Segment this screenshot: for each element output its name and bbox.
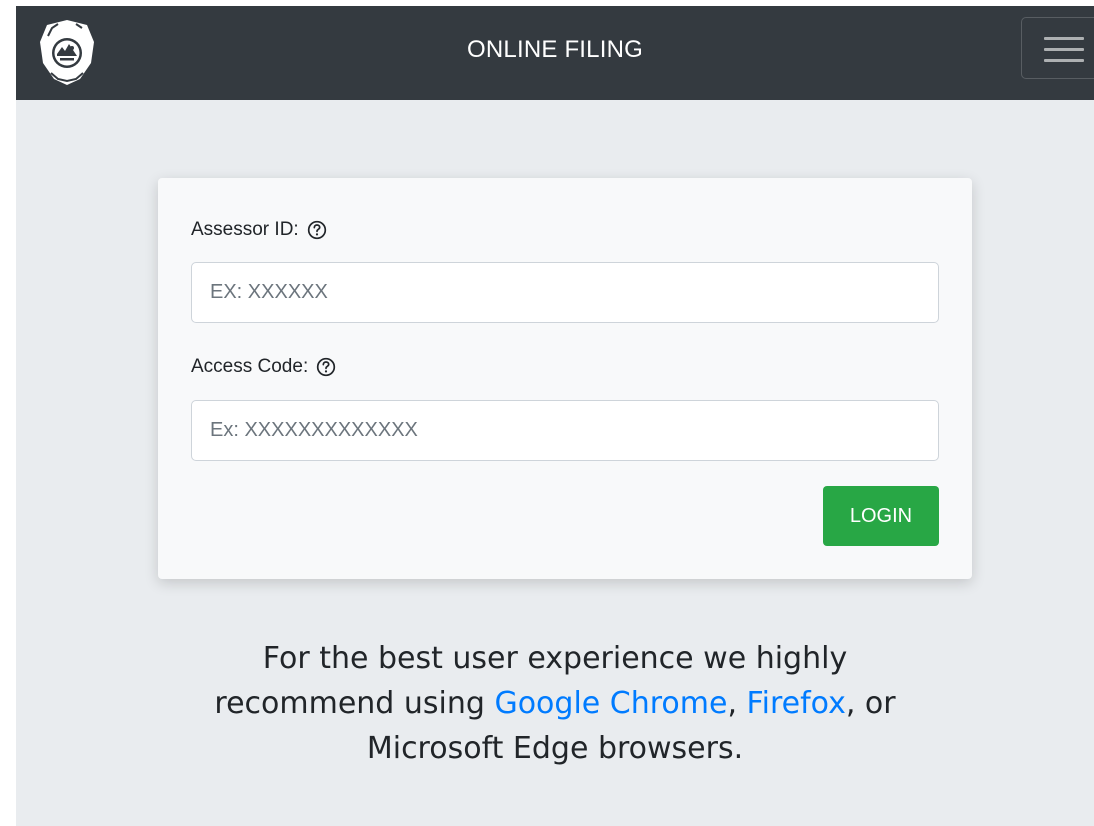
google-chrome-link[interactable]: Google Chrome [494, 686, 727, 721]
separator-comma: , [727, 686, 737, 721]
access-code-label-text: Access Code: [191, 356, 309, 377]
page-title: ONLINE FILING [467, 36, 643, 63]
hamburger-menu-icon [1044, 37, 1084, 40]
question-circle-icon[interactable] [316, 357, 336, 377]
hamburger-menu-icon [1044, 59, 1084, 62]
top-navbar: ONLINE FILING [16, 6, 1094, 100]
login-card: Assessor ID: Access Code: LOGIN [158, 178, 972, 579]
recommendation-line-1: For the best user experience we highly [262, 641, 848, 676]
firefox-link[interactable]: Firefox [747, 686, 846, 721]
recommendation-line-3: Microsoft Edge browsers. [366, 731, 744, 766]
assessor-id-input[interactable] [191, 262, 939, 323]
assessor-id-label: Assessor ID: [191, 219, 327, 241]
question-circle-icon[interactable] [307, 220, 327, 240]
recommendation-prefix: recommend using [214, 686, 485, 721]
navbar-toggle-button[interactable] [1021, 17, 1094, 79]
page-viewport: ONLINE FILING Assessor ID: Access Code: [16, 6, 1094, 826]
separator-or: , or [845, 686, 896, 721]
hamburger-menu-icon [1044, 48, 1084, 51]
browser-recommendation: For the best user experience we highly r… [16, 636, 1094, 771]
access-code-input[interactable] [191, 400, 939, 461]
login-button[interactable]: LOGIN [823, 486, 939, 546]
recommendation-line-2: recommend using Google Chrome, Firefox, … [16, 681, 1094, 726]
access-code-label: Access Code: [191, 356, 336, 378]
assessor-id-label-text: Assessor ID: [191, 219, 299, 240]
